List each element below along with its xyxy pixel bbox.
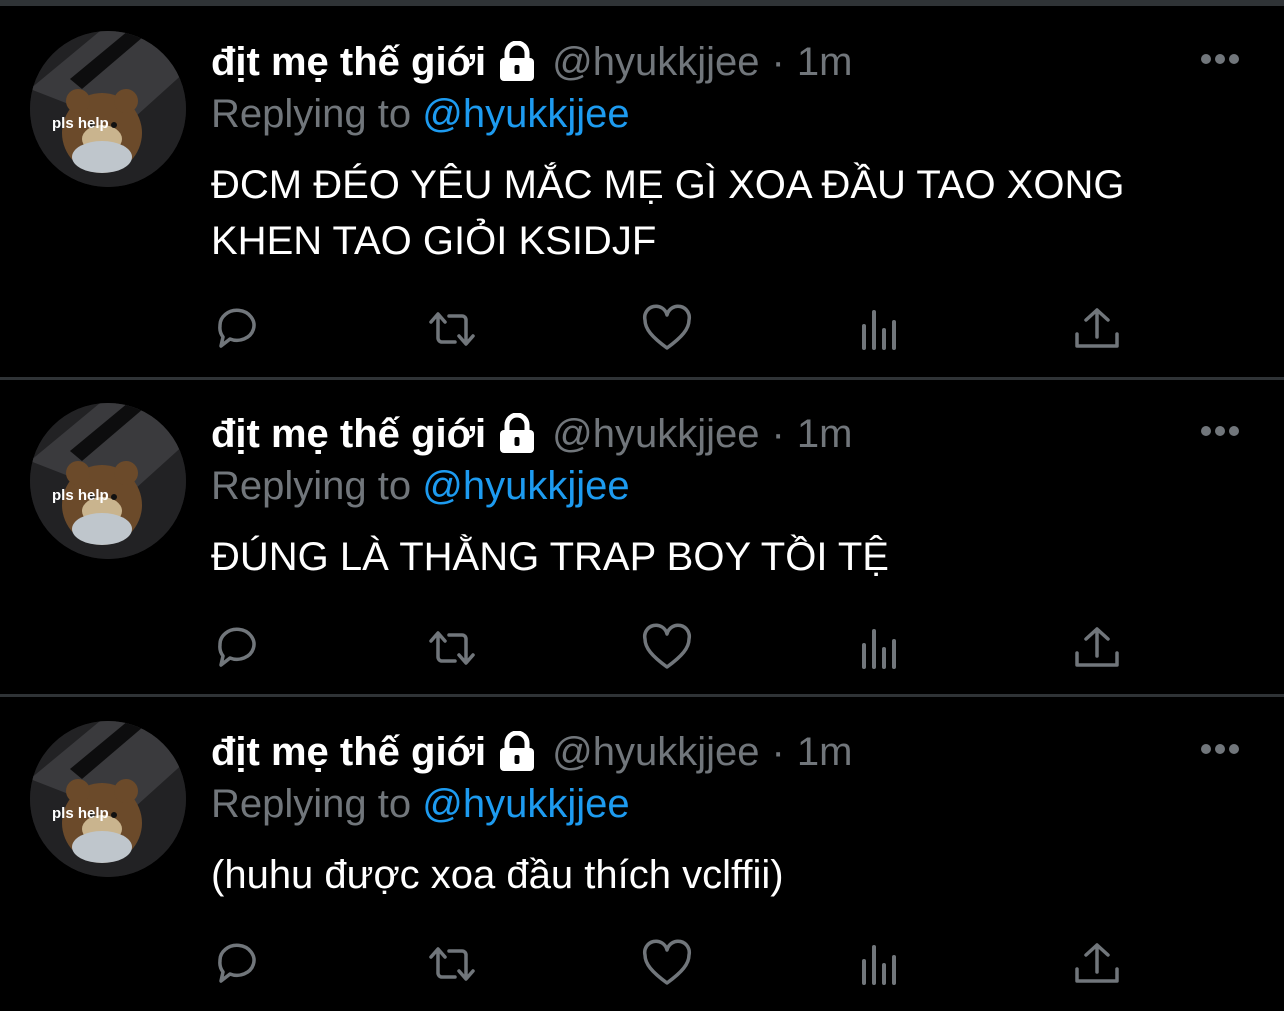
replying-prefix: Replying to (211, 464, 412, 508)
avatar-image (30, 403, 186, 559)
avatar[interactable]: pls help (30, 31, 186, 187)
retweet-icon (429, 947, 475, 981)
reply-mention-link[interactable]: @hyukkjjee (422, 464, 629, 508)
user-handle[interactable]: @hyukkjjee (552, 730, 759, 775)
replying-to: Replying to @hyukkjjee (211, 462, 630, 510)
avatar-image (30, 721, 186, 877)
like-icon (642, 304, 692, 350)
replying-to: Replying to @hyukkjjee (211, 90, 630, 138)
reply-mention-link[interactable]: @hyukkjjee (422, 782, 629, 826)
share-button[interactable] (1072, 304, 1122, 354)
tweet-text: (huhu được xoa đầu thích vclffii) (211, 853, 784, 897)
timestamp[interactable]: 1m (797, 412, 853, 457)
like-button[interactable] (642, 623, 692, 673)
analytics-icon (862, 629, 896, 669)
more-icon[interactable] (1200, 742, 1240, 756)
reply-button[interactable] (212, 939, 262, 989)
tweet[interactable]: pls help địt mẹ thế giới @hyukkjjee · 1m… (0, 0, 1284, 378)
avatar-caption: pls help (52, 805, 109, 822)
like-button[interactable] (642, 939, 692, 989)
tweet-actions (0, 939, 1284, 989)
more-icon[interactable] (1200, 52, 1240, 66)
reply-icon (218, 308, 256, 348)
user-handle[interactable]: @hyukkjjee (552, 40, 759, 85)
avatar-caption: pls help (52, 115, 109, 132)
reply-icon (218, 627, 256, 667)
more-icon[interactable] (1200, 424, 1240, 438)
tweet-actions (0, 623, 1284, 673)
separator-dot: · (771, 39, 785, 84)
share-icon (1075, 943, 1119, 983)
timestamp[interactable]: 1m (797, 730, 853, 775)
retweet-button[interactable] (427, 304, 477, 354)
separator-dot: · (771, 729, 785, 774)
avatar[interactable]: pls help (30, 721, 186, 877)
avatar-image (30, 31, 186, 187)
tweet-text: ĐCM ĐÉO YÊU MẮC MẸ GÌ XOA ĐẦU TAO XONG K… (211, 163, 1125, 263)
share-button[interactable] (1072, 623, 1122, 673)
replying-to: Replying to @hyukkjjee (211, 780, 630, 828)
retweet-icon (429, 631, 475, 665)
avatar[interactable]: pls help (30, 403, 186, 559)
retweet-button[interactable] (427, 939, 477, 989)
retweet-icon (429, 312, 475, 346)
display-name[interactable]: địt mẹ thế giới (211, 412, 486, 457)
tweet[interactable]: pls help địt mẹ thế giới @hyukkjjee · 1m… (0, 697, 1284, 1011)
reply-mention-link[interactable]: @hyukkjjee (422, 92, 629, 136)
analytics-icon (862, 310, 896, 350)
analytics-button[interactable] (857, 623, 907, 673)
tweet-header: địt mẹ thế giới @hyukkjjee · 1m (211, 728, 852, 776)
share-button[interactable] (1072, 939, 1122, 989)
share-icon (1075, 308, 1119, 348)
tweet-actions (0, 304, 1284, 354)
lock-icon (500, 413, 535, 453)
tweet-header: địt mẹ thế giới @hyukkjjee · 1m (211, 38, 852, 86)
user-handle[interactable]: @hyukkjjee (552, 412, 759, 457)
analytics-button[interactable] (857, 939, 907, 989)
retweet-button[interactable] (427, 623, 477, 673)
lock-icon (500, 41, 535, 81)
separator-dot: · (771, 411, 785, 456)
share-icon (1075, 627, 1119, 667)
display-name[interactable]: địt mẹ thế giới (211, 40, 486, 85)
analytics-icon (862, 945, 896, 985)
like-button[interactable] (642, 304, 692, 354)
tweet-header: địt mẹ thế giới @hyukkjjee · 1m (211, 410, 852, 458)
display-name[interactable]: địt mẹ thế giới (211, 730, 486, 775)
like-icon (642, 623, 692, 669)
tweet-text: ĐÚNG LÀ THẰNG TRAP BOY TỒI TỆ (211, 535, 889, 579)
timestamp[interactable]: 1m (797, 40, 853, 85)
lock-icon (500, 731, 535, 771)
analytics-button[interactable] (857, 304, 907, 354)
reply-button[interactable] (212, 623, 262, 673)
replying-prefix: Replying to (211, 782, 412, 826)
reply-button[interactable] (212, 304, 262, 354)
replying-prefix: Replying to (211, 92, 412, 136)
like-icon (642, 939, 692, 985)
reply-icon (218, 943, 256, 983)
avatar-caption: pls help (52, 487, 109, 504)
tweet[interactable]: pls help địt mẹ thế giới @hyukkjjee · 1m… (0, 380, 1284, 694)
